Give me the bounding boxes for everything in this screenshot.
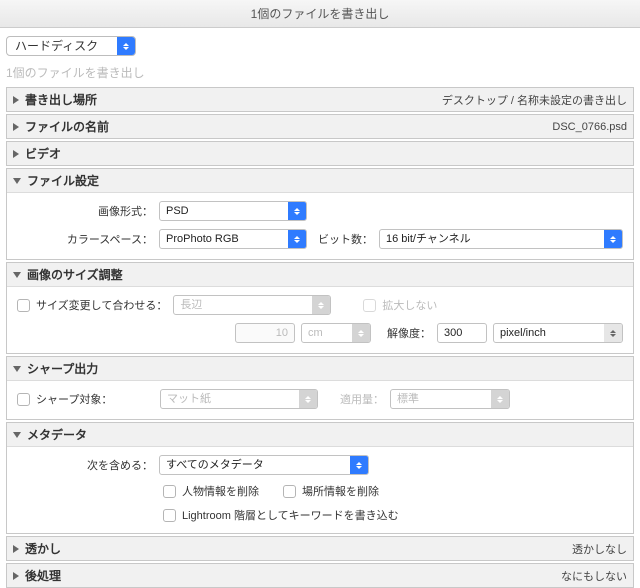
panel-title: ファイル設定	[27, 172, 99, 189]
sharpen-for-select: マット紙	[160, 389, 318, 409]
sharpen-checkbox[interactable]	[17, 393, 30, 406]
write-hierarchy-label: Lightroom 階層としてキーワードを書き込む	[182, 507, 399, 523]
noenlarge-label: 拡大しない	[382, 297, 437, 313]
sharpen-amount-label: 適用量：	[324, 391, 384, 407]
chevron-updown-icon	[288, 230, 306, 248]
noenlarge-checkbox	[363, 299, 376, 312]
panel-title: シャープ出力	[27, 360, 98, 377]
chevron-updown-icon	[491, 390, 509, 408]
panel-sharpen-header[interactable]: シャープ出力	[7, 357, 633, 381]
remove-person-label: 人物情報を削除	[182, 483, 259, 499]
bitdepth-label: ビット数：	[313, 231, 373, 247]
panel-filesettings-header[interactable]: ファイル設定	[7, 169, 633, 193]
window-title: 1個のファイルを書き出し	[0, 0, 640, 28]
destination-value: ハードディスク	[7, 37, 117, 55]
size-input: 10	[235, 323, 295, 343]
panel-summary: デスクトップ / 名称未設定の書き出し	[442, 92, 627, 108]
panel-summary: 透かしなし	[572, 541, 627, 557]
disclosure-down-icon	[13, 178, 21, 184]
colorspace-label: カラースペース：	[17, 231, 153, 247]
panel-sizing: 画像のサイズ調整 サイズ変更して合わせる： 長辺 拡大しない 10 cm	[6, 262, 634, 354]
chevron-updown-icon	[312, 296, 330, 314]
sharpen-amount-select: 標準	[390, 389, 510, 409]
include-select[interactable]: すべてのメタデータ	[159, 455, 369, 475]
panel-filename-header[interactable]: ファイルの名前 DSC_0766.psd	[7, 115, 633, 138]
chevron-updown-icon	[350, 456, 368, 474]
colorspace-select[interactable]: ProPhoto RGB	[159, 229, 307, 249]
sharpen-label: シャープ対象：	[36, 391, 154, 407]
format-label: 画像形式：	[17, 203, 153, 219]
include-label: 次を含める：	[17, 457, 153, 473]
panel-filename: ファイルの名前 DSC_0766.psd	[6, 114, 634, 139]
panel-watermark-header[interactable]: 透かし 透かしなし	[7, 537, 633, 560]
panel-sharpen: シャープ出力 シャープ対象： マット紙 適用量： 標準	[6, 356, 634, 420]
resolution-input[interactable]: 300	[437, 323, 487, 343]
remove-location-checkbox[interactable]	[283, 485, 296, 498]
panel-post-header[interactable]: 後処理 なにもしない	[7, 564, 633, 587]
panel-metadata: メタデータ 次を含める： すべてのメタデータ 人物情報を削除 場所情報を削除	[6, 422, 634, 534]
disclosure-right-icon	[13, 150, 19, 158]
disclosure-down-icon	[13, 272, 21, 278]
status-text: 1個のファイルを書き出し	[0, 60, 640, 87]
disclosure-right-icon	[13, 545, 19, 553]
format-select[interactable]: PSD	[159, 201, 307, 221]
resolution-unit-select[interactable]: pixel/inch	[493, 323, 623, 343]
chevron-updown-icon	[604, 324, 622, 342]
resize-label: サイズ変更して合わせる：	[36, 297, 167, 313]
disclosure-right-icon	[13, 123, 19, 131]
panel-title: 透かし	[25, 540, 61, 557]
panel-metadata-header[interactable]: メタデータ	[7, 423, 633, 447]
write-hierarchy-checkbox[interactable]	[163, 509, 176, 522]
remove-location-label: 場所情報を削除	[302, 483, 379, 499]
panel-title: 後処理	[25, 567, 61, 584]
panel-video: ビデオ	[6, 141, 634, 166]
panel-watermark: 透かし 透かしなし	[6, 536, 634, 561]
chevron-updown-icon	[352, 324, 370, 342]
bitdepth-select[interactable]: 16 bit/チャンネル	[379, 229, 623, 249]
remove-person-checkbox[interactable]	[163, 485, 176, 498]
panel-title: メタデータ	[27, 426, 87, 443]
resize-checkbox[interactable]	[17, 299, 30, 312]
resize-method-select: 長辺	[173, 295, 331, 315]
panel-video-header[interactable]: ビデオ	[7, 142, 633, 165]
chevron-updown-icon	[288, 202, 306, 220]
panel-title: ファイルの名前	[25, 118, 109, 135]
panel-sizing-header[interactable]: 画像のサイズ調整	[7, 263, 633, 287]
panel-summary: なにもしない	[561, 568, 627, 584]
panel-title: 書き出し場所	[25, 91, 97, 108]
panel-location-header[interactable]: 書き出し場所 デスクトップ / 名称未設定の書き出し	[7, 88, 633, 111]
unit-select: cm	[301, 323, 371, 343]
chevron-updown-icon	[117, 37, 135, 55]
disclosure-down-icon	[13, 432, 21, 438]
destination-select[interactable]: ハードディスク	[6, 36, 136, 56]
disclosure-right-icon	[13, 572, 19, 580]
panel-title: 画像のサイズ調整	[27, 266, 123, 283]
chevron-updown-icon	[299, 390, 317, 408]
panel-post: 後処理 なにもしない	[6, 563, 634, 588]
panel-title: ビデオ	[25, 145, 61, 162]
resolution-label: 解像度：	[377, 325, 431, 341]
panel-location: 書き出し場所 デスクトップ / 名称未設定の書き出し	[6, 87, 634, 112]
panel-summary: DSC_0766.psd	[552, 121, 627, 133]
panel-filesettings: ファイル設定 画像形式： PSD カラースペース： ProPhoto RGB ビ…	[6, 168, 634, 260]
disclosure-right-icon	[13, 96, 19, 104]
disclosure-down-icon	[13, 366, 21, 372]
chevron-updown-icon	[604, 230, 622, 248]
